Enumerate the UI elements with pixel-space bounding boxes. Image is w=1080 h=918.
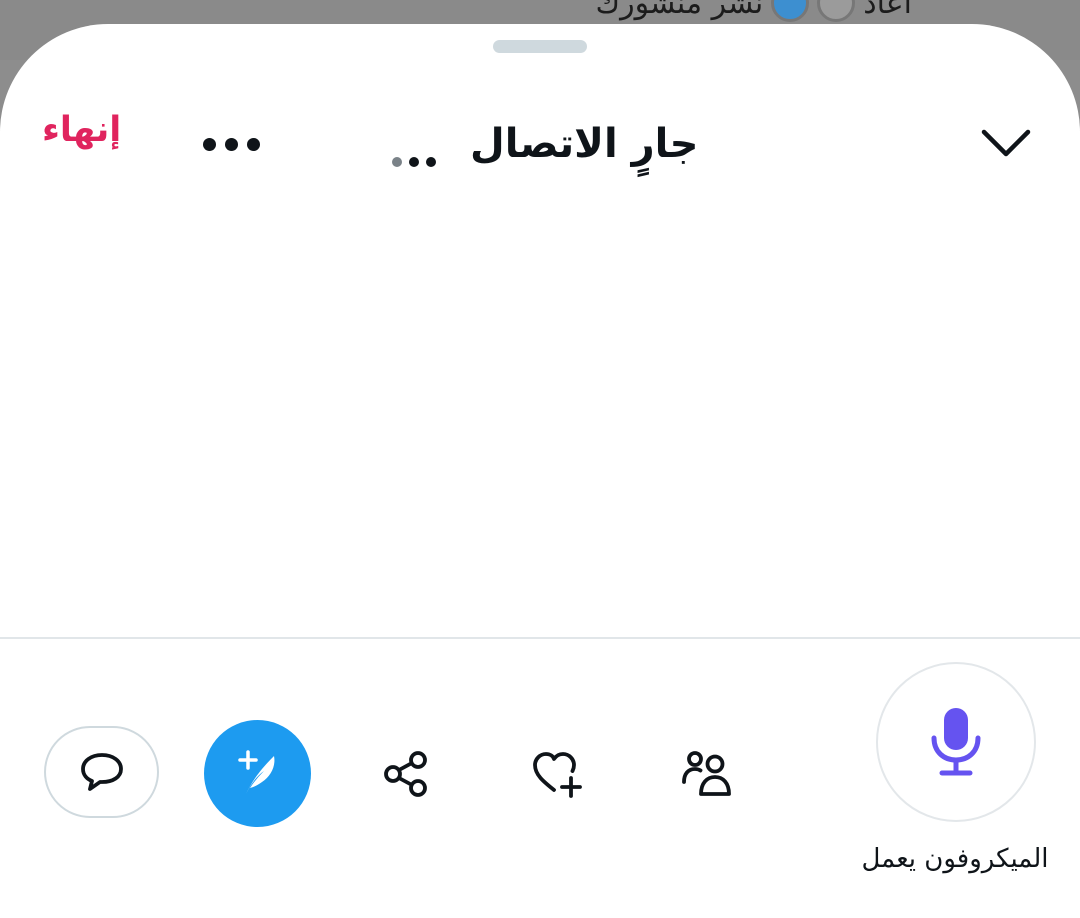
microphone-button[interactable] [876,662,1036,822]
sheet-grabber[interactable] [493,40,587,53]
space-status-title: جارٍ الاتصال [380,112,710,176]
mic-status-label: الميكروفون يعمل [861,844,1049,874]
space-sheet: إنهاء جارٍ الاتصال الميكروفون يعمل [0,24,1080,918]
feather-plus-icon [237,749,274,794]
heart-plus-icon [533,752,582,798]
compose-tweet-button[interactable] [204,720,311,827]
share-button[interactable] [378,746,434,802]
more-options-button[interactable] [196,128,266,160]
like-button[interactable] [528,746,584,802]
more-horizontal-icon [202,137,216,151]
space-status-text: جارٍ الاتصال [470,121,699,167]
loading-dot [392,157,402,167]
collapse-button[interactable] [975,120,1037,170]
microphone-icon [931,708,981,776]
avatar [771,0,810,22]
loading-dot [409,157,419,167]
comment-button[interactable] [44,726,159,818]
notification-post-text: نشر منشورك [595,0,764,21]
end-space-button[interactable]: إنهاء [42,110,121,150]
chevron-down-icon [981,129,1031,157]
more-horizontal-icon-dot [246,137,260,151]
loading-dot [426,157,436,167]
background-notification: أعاد نشر منشورك [595,0,912,22]
share-icon [384,751,427,797]
participants-button[interactable] [678,746,734,802]
avatar [817,0,856,22]
more-horizontal-icon-dot [224,137,238,151]
people-icon [682,751,731,796]
loading-dots [392,117,436,171]
divider [0,637,1080,639]
notification-retweet-text: أعاد [863,0,912,21]
speech-bubble-icon [80,753,123,791]
